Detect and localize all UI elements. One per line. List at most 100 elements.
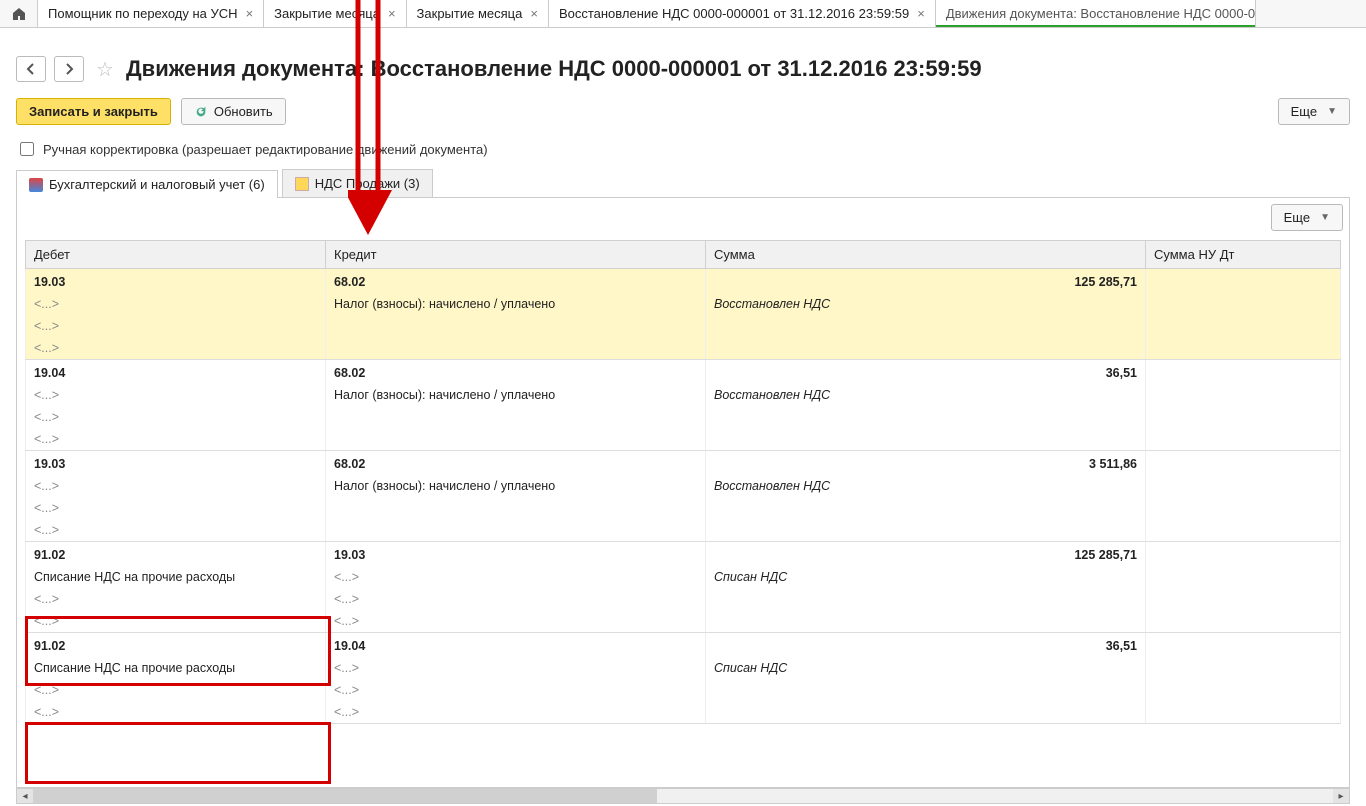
back-button[interactable] xyxy=(16,56,46,82)
cell-debit-acc: 19.04 xyxy=(26,360,326,385)
cell-credit-desc: <...> xyxy=(326,657,706,679)
cell-credit-acc: 68.02 xyxy=(326,269,706,294)
cell-empty xyxy=(706,519,1146,542)
home-tab[interactable] xyxy=(0,0,38,27)
table-row[interactable]: <...><...> xyxy=(26,610,1341,633)
table-row[interactable]: <...> xyxy=(26,315,1341,337)
table-row[interactable]: 19.0368.02125 285,71 xyxy=(26,269,1341,294)
chevron-down-icon: ▼ xyxy=(1327,106,1337,117)
forward-button[interactable] xyxy=(54,56,84,82)
table-row[interactable]: Списание НДС на прочие расходы<...>Списа… xyxy=(26,657,1341,679)
col-sum[interactable]: Сумма xyxy=(706,241,1146,269)
table-row[interactable]: <...><...> xyxy=(26,588,1341,610)
cell-debit-acc: 91.02 xyxy=(26,633,326,658)
cell-empty xyxy=(706,588,1146,610)
cell-credit-desc: Налог (взносы): начислено / уплачено xyxy=(326,384,706,406)
scroll-thumb[interactable] xyxy=(33,789,657,803)
window-tab-0[interactable]: Помощник по переходу на УСН × xyxy=(38,0,264,27)
cell-debit-desc: <...> xyxy=(26,384,326,406)
close-icon[interactable]: × xyxy=(388,6,396,21)
table-row[interactable]: 19.0468.0236,51 xyxy=(26,360,1341,385)
cell-debit-desc: <...> xyxy=(26,293,326,315)
page-tabs: Бухгалтерский и налоговый учет (6) НДС П… xyxy=(16,169,1350,198)
table-row[interactable]: <...> xyxy=(26,337,1341,360)
scroll-right-button[interactable]: ▸ xyxy=(1333,789,1349,803)
table-row[interactable]: <...><...> xyxy=(26,701,1341,724)
horizontal-scrollbar[interactable]: ◂ ▸ xyxy=(16,788,1350,804)
table-row[interactable]: <...>Налог (взносы): начислено / уплачен… xyxy=(26,293,1341,315)
table-row[interactable]: <...>Налог (взносы): начислено / уплачен… xyxy=(26,384,1341,406)
postings-table: Дебет Кредит Сумма Сумма НУ Дт 19.0368.0… xyxy=(25,240,1341,724)
cell-sum-nu xyxy=(1146,542,1341,567)
cell-empty xyxy=(1146,701,1341,724)
table-row[interactable]: <...> xyxy=(26,497,1341,519)
arrow-left-icon xyxy=(25,63,37,75)
button-label: Еще xyxy=(1291,104,1317,119)
col-credit[interactable]: Кредит xyxy=(326,241,706,269)
cell-ph: <...> xyxy=(26,610,326,633)
manual-adjust-checkbox[interactable] xyxy=(20,142,34,156)
window-tab-4[interactable]: Движения документа: Восстановление НДС 0… xyxy=(936,0,1256,27)
cell-empty xyxy=(706,679,1146,701)
window-tabbar: Помощник по переходу на УСН × Закрытие м… xyxy=(0,0,1366,28)
refresh-button[interactable]: Обновить xyxy=(181,98,286,125)
window-tab-2[interactable]: Закрытие месяца × xyxy=(407,0,549,27)
cell-debit-acc: 19.03 xyxy=(26,451,326,476)
cell-ph: <...> xyxy=(26,588,326,610)
table-row[interactable]: <...><...> xyxy=(26,679,1341,701)
cell-credit-acc: 19.03 xyxy=(326,542,706,567)
cell-debit-acc: 91.02 xyxy=(26,542,326,567)
table-row[interactable]: Списание НДС на прочие расходы<...>Списа… xyxy=(26,566,1341,588)
favorite-star-icon[interactable]: ☆ xyxy=(92,57,118,82)
close-icon[interactable]: × xyxy=(530,6,538,21)
annotation-redbox-2 xyxy=(25,722,331,784)
table-row[interactable]: 91.0219.0436,51 xyxy=(26,633,1341,658)
cell-ph xyxy=(326,315,706,337)
cell-sum-desc: Восстановлен НДС xyxy=(706,475,1146,497)
table-row[interactable]: <...> xyxy=(26,428,1341,451)
cell-debit-desc: <...> xyxy=(26,475,326,497)
tab-accounting[interactable]: Бухгалтерский и налоговый учет (6) xyxy=(16,170,278,198)
ledger-icon xyxy=(29,178,43,192)
table-row[interactable]: 91.0219.03125 285,71 xyxy=(26,542,1341,567)
cell-empty xyxy=(1146,293,1341,315)
cell-empty xyxy=(706,406,1146,428)
table-row[interactable]: <...>Налог (взносы): начислено / уплачен… xyxy=(26,475,1341,497)
cell-empty xyxy=(1146,497,1341,519)
tab-label: Движения документа: Восстановление НДС 0… xyxy=(946,6,1256,21)
table-row[interactable]: <...> xyxy=(26,519,1341,542)
write-close-button[interactable]: Записать и закрыть xyxy=(16,98,171,125)
col-sum-nu-dt[interactable]: Сумма НУ Дт xyxy=(1146,241,1341,269)
cell-sum-desc: Списан НДС xyxy=(706,566,1146,588)
cell-empty xyxy=(1146,610,1341,633)
scroll-left-button[interactable]: ◂ xyxy=(17,789,33,803)
more-button[interactable]: Еще ▼ xyxy=(1278,98,1350,125)
cell-sum: 125 285,71 xyxy=(706,269,1146,294)
action-bar: Записать и закрыть Обновить Еще ▼ xyxy=(16,98,1350,125)
cell-ph: <...> xyxy=(26,428,326,451)
table-row[interactable]: <...> xyxy=(26,406,1341,428)
cell-debit-desc: Списание НДС на прочие расходы xyxy=(26,657,326,679)
cell-credit-acc: 19.04 xyxy=(326,633,706,658)
tab-vat-sales[interactable]: НДС Продажи (3) xyxy=(282,169,433,197)
cell-empty xyxy=(1146,315,1341,337)
close-icon[interactable]: × xyxy=(246,6,254,21)
cell-ph: <...> xyxy=(26,337,326,360)
tab-label: Помощник по переходу на УСН xyxy=(48,6,238,21)
scroll-track[interactable] xyxy=(33,789,1333,803)
table-row[interactable]: 19.0368.023 511,86 xyxy=(26,451,1341,476)
checkbox-label: Ручная корректировка (разрешает редактир… xyxy=(43,142,488,157)
close-icon[interactable]: × xyxy=(917,6,925,21)
tab-label: НДС Продажи (3) xyxy=(315,176,420,191)
cell-sum: 125 285,71 xyxy=(706,542,1146,567)
cell-empty xyxy=(1146,519,1341,542)
tab-label: Восстановление НДС 0000-000001 от 31.12.… xyxy=(559,6,909,21)
col-debit[interactable]: Дебет xyxy=(26,241,326,269)
tab-label: Закрытие месяца xyxy=(417,6,523,21)
chevron-down-icon: ▼ xyxy=(1320,212,1330,223)
table-more-button[interactable]: Еще ▼ xyxy=(1271,204,1343,231)
cell-debit-acc: 19.03 xyxy=(26,269,326,294)
cell-sum: 3 511,86 xyxy=(706,451,1146,476)
window-tab-3[interactable]: Восстановление НДС 0000-000001 от 31.12.… xyxy=(549,0,936,27)
window-tab-1[interactable]: Закрытие месяца × xyxy=(264,0,406,27)
